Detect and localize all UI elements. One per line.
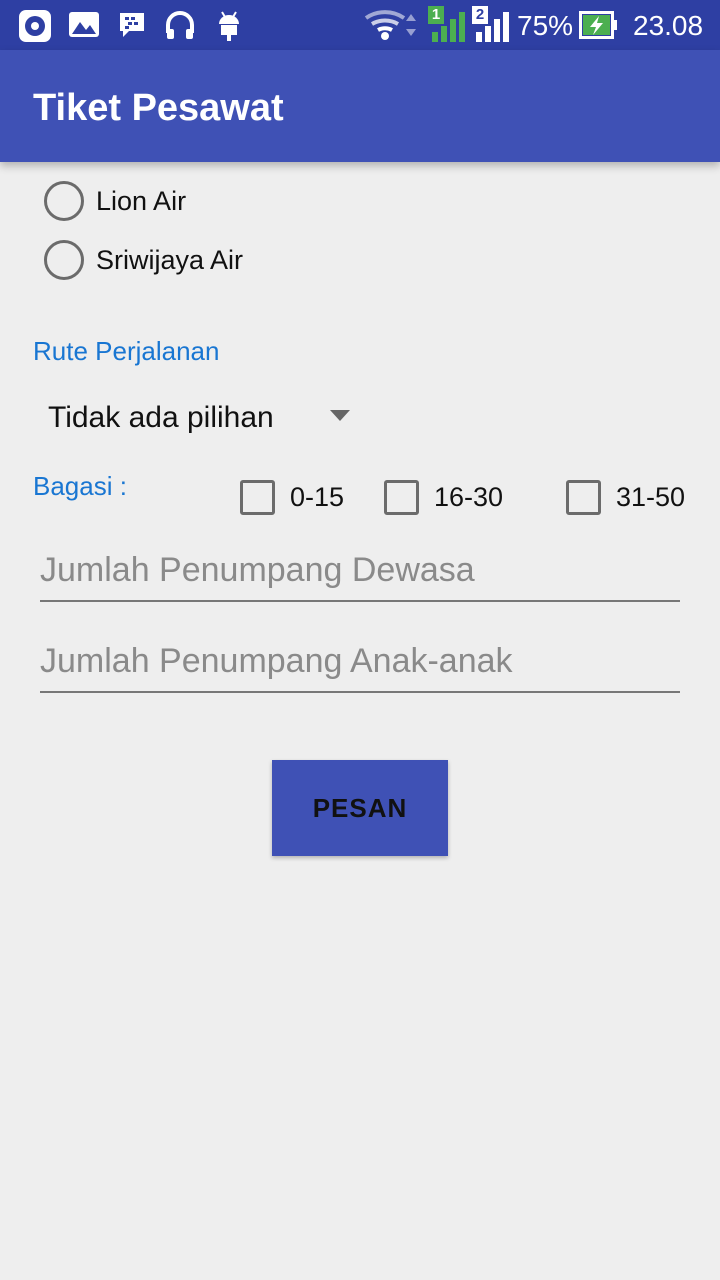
checkbox-box[interactable] [384,479,419,515]
route-label: Rute Perjalanan [33,336,220,366]
adult-passenger-field [40,542,680,602]
checkbox-label: 31-50 [616,481,686,512]
gallery-icon [69,12,99,37]
app-bar: Tiket Pesawat [0,50,720,162]
checkbox-box[interactable] [240,479,275,515]
page-title: Tiket Pesawat [33,87,284,129]
wifi-icon [364,10,416,40]
headset-icon [166,11,194,39]
child-passenger-input[interactable] [40,633,680,689]
status-bar: 1 2 75% 23.08 [0,0,720,50]
battery-percent: 75% [517,10,574,41]
signal-sim2-icon: 2 [472,6,512,44]
pesan-button[interactable]: PESAN [272,760,448,856]
radio-sriwijaya-air[interactable]: Sriwijaya Air [44,240,243,280]
adult-passenger-input[interactable] [40,542,680,598]
sim1-badge: 1 [428,6,444,24]
radio-lion-air[interactable]: Lion Air [44,181,186,221]
checkbox-0-15[interactable]: 0-15 [240,479,344,515]
music-player-icon [19,10,51,42]
route-spinner[interactable]: Tidak ada pilihan [48,396,368,440]
clock: 23.08 [633,10,704,41]
checkbox-box[interactable] [566,479,601,515]
radio-label: Lion Air [96,185,187,216]
dropdown-arrow-icon [330,410,350,421]
route-selected-value: Tidak ada pilihan [48,401,274,434]
radio-button[interactable] [44,240,84,280]
checkbox-label: 0-15 [290,481,345,512]
child-passenger-field [40,633,680,693]
baggage-label: Bagasi : [33,471,127,501]
bbm-icon [120,13,144,37]
sim2-badge: 2 [472,6,488,24]
signal-sim1-icon: 1 [428,6,468,44]
checkbox-label: 16-30 [434,481,504,512]
android-icon [219,11,239,41]
battery-charging-icon [579,11,617,39]
checkbox-31-50[interactable]: 31-50 [566,479,685,515]
checkbox-16-30[interactable]: 16-30 [384,479,503,515]
radio-label: Sriwijaya Air [96,244,244,275]
radio-button[interactable] [44,181,84,221]
